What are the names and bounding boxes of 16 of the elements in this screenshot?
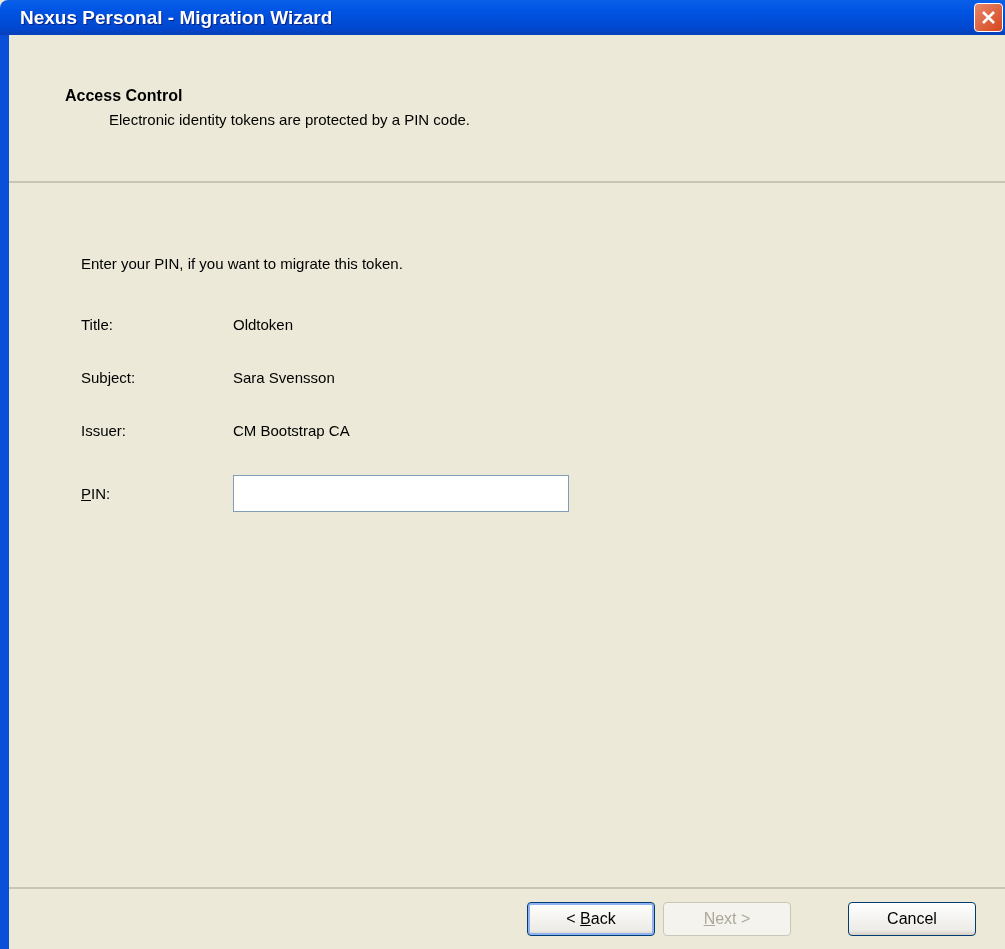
header-subtitle: Electronic identity tokens are protected by a PIN code. [108, 111, 472, 128]
detail-label: Title: [81, 316, 114, 333]
detail-value: Oldtoken [233, 316, 295, 333]
close-button[interactable] [974, 3, 1003, 32]
wizard-button[interactable]: Cancel [848, 902, 976, 936]
detail-label: Subject: [81, 369, 137, 386]
window-title: Nexus Personal - Migration Wizard [20, 6, 333, 29]
detail-label: Issuer: [81, 422, 127, 439]
pin-field[interactable] [233, 475, 569, 512]
wizard-button[interactable]: < Back [527, 902, 655, 936]
detail-value: CM Bootstrap CA [233, 422, 351, 439]
instruction-text: Enter your PIN, if you want to migrate this token. [81, 255, 404, 272]
detail-value: Sara Svensson [233, 369, 336, 386]
close-icon [981, 10, 996, 25]
pin-label: PIN: [81, 485, 112, 502]
header-title: Access Control [65, 87, 184, 105]
